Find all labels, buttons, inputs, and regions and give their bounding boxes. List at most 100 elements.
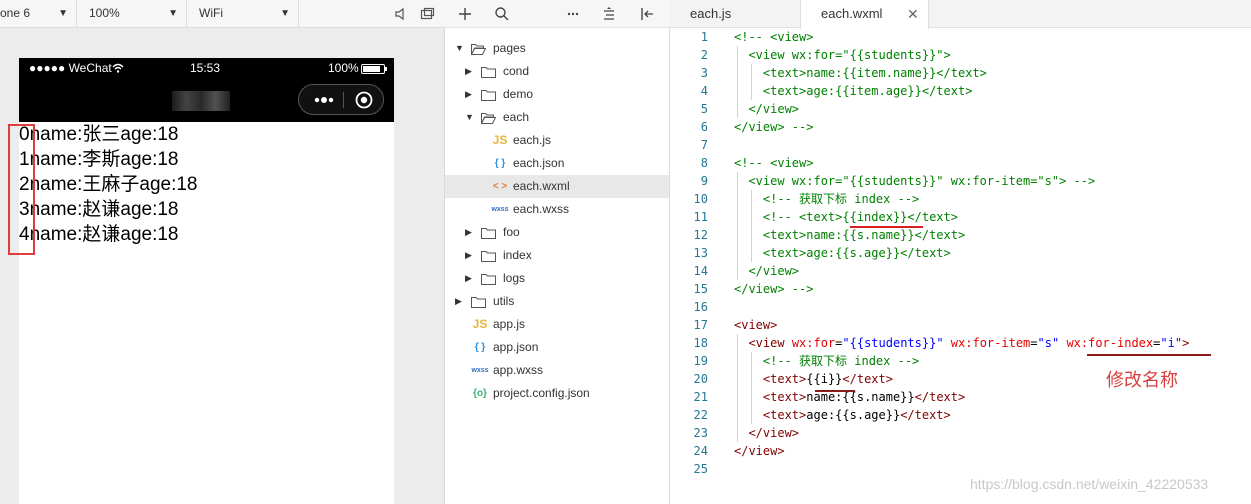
close-miniprogram-icon[interactable] (355, 91, 373, 109)
tree-folder-demo[interactable]: ▶ demo (445, 83, 669, 106)
tree-folder-index[interactable]: ▶ index (445, 244, 669, 267)
code-text: <text>age:{{s.age}}</text> (734, 244, 951, 262)
line-number: 10 (693, 192, 708, 206)
tree-item-label: each (503, 110, 530, 124)
code-token: <!-- <view> (734, 30, 814, 44)
collapse-all-icon[interactable] (638, 5, 656, 23)
detach-window-icon[interactable] (419, 6, 435, 22)
tree-folder-pages[interactable]: ▼ pages (445, 37, 669, 60)
folder-icon (481, 90, 496, 101)
simulator-pane: one 6 ▼ 100% ▼ WiFi ▼ ●●●●● WeChat 15:53… (0, 0, 445, 504)
code-token: <!-- 获取下标 index --> (734, 192, 920, 206)
folder-icon (471, 297, 486, 308)
list-item: 3name:赵谦age:18 (19, 199, 179, 220)
chevron-down-icon: ▼ (58, 8, 68, 19)
code-text: </view> (734, 262, 799, 280)
code-token: <!-- <view> (734, 156, 814, 170)
code-text: </view> (734, 100, 799, 118)
tree-item-label: demo (503, 87, 534, 101)
tree-folder-cond[interactable]: ▶ cond (445, 60, 669, 83)
code-line: 9 <view wx:for="{{students}}" wx:for-ite… (670, 172, 1251, 190)
code-text: <text>age:{{s.age}}</text> (734, 406, 951, 424)
volume-icon[interactable] (393, 6, 409, 22)
code-text: </view> (734, 424, 799, 442)
device-select-value: one 6 (0, 6, 31, 20)
chevron-right-icon[interactable]: ▶ (465, 83, 475, 106)
list-item: 0name:张三age:18 (19, 124, 179, 145)
code-text: <view wx:for="{{students}}" wx:for-item=… (734, 172, 1095, 190)
code-text: <text>name:{{item.name}}</text> (734, 64, 987, 82)
tree-item-label: foo (503, 225, 520, 239)
wifi-icon (112, 63, 124, 73)
code-token: = (1030, 336, 1038, 350)
chevron-down-icon[interactable]: ▼ (465, 106, 475, 129)
wxss-file-icon: wxss (471, 367, 489, 374)
code-text: <view wx:for="{{students}}"> (734, 46, 950, 64)
tree-item-label: each.js (513, 133, 552, 147)
line-number: 5 (700, 102, 708, 116)
code-token: "i" (1160, 336, 1183, 350)
tree-folder-utils[interactable]: ▶ utils (445, 290, 669, 313)
chevron-right-icon[interactable]: ▶ (455, 290, 465, 313)
js-file-icon: JS (472, 317, 488, 331)
chevron-down-icon[interactable]: ▼ (455, 37, 465, 60)
code-text: <!-- 获取下标 index --> (734, 352, 919, 370)
chevron-right-icon[interactable]: ▶ (465, 267, 475, 290)
tree-folder-foo[interactable]: ▶ foo (445, 221, 669, 244)
more-dots-icon[interactable] (309, 87, 339, 113)
close-icon[interactable]: ✕ (907, 0, 919, 28)
line-number: 17 (693, 318, 708, 332)
code-text: <view> (734, 316, 777, 334)
chevron-right-icon[interactable]: ▶ (465, 221, 475, 244)
code-token: <!-- 获取下标 index --> (762, 354, 920, 368)
tree-folder-each[interactable]: ▼ each (445, 106, 669, 129)
zoom-select-value: 100% (89, 6, 120, 20)
wxml-file-icon: < > (492, 181, 508, 192)
line-number: 14 (693, 264, 708, 278)
line-number: 23 (693, 426, 708, 440)
code-token: wx:for-item (950, 336, 1031, 350)
code-line: 23 </view> (670, 424, 1251, 442)
search-icon[interactable] (493, 5, 511, 23)
tree-file[interactable]: < > each.wxml (445, 175, 669, 198)
tab-each-js[interactable]: each.js (670, 0, 800, 28)
capsule-menu (298, 84, 384, 115)
tree-item-label: logs (503, 271, 526, 285)
more-icon[interactable] (564, 5, 582, 23)
code-area[interactable]: 1 <!-- <view> 2 <view wx:for="{{students}}… (670, 28, 1251, 478)
tree-item-label: app.wxss (493, 363, 544, 377)
tree-file[interactable]: { } each.json (445, 152, 669, 175)
line-number: 6 (700, 120, 708, 134)
zoom-select[interactable]: 100% ▼ (77, 0, 187, 27)
line-number: 16 (693, 300, 708, 314)
line-number: 3 (700, 66, 708, 80)
tree-folder-logs[interactable]: ▶ logs (445, 267, 669, 290)
code-line: 12 <text>name:{{s.name}}</text> (670, 226, 1251, 244)
code-token: <view (748, 336, 792, 350)
tree-file[interactable]: { } app.json (445, 336, 669, 359)
code-token: <text>name:{{item.name}}</text> (734, 66, 987, 80)
line-number: 21 (693, 390, 708, 404)
tab-each-wxml[interactable]: each.wxml ✕ (800, 0, 929, 29)
list-item: 4name:赵谦age:18 (19, 224, 179, 245)
line-number: 24 (693, 444, 708, 458)
tree-file[interactable]: {o} project.config.json (445, 382, 669, 405)
tree-file[interactable]: wxss app.wxss (445, 359, 669, 382)
code-token: age:{{s.age}} (806, 408, 901, 422)
tree-file[interactable]: JS each.js (445, 129, 669, 152)
tree-item-label: each.wxml (513, 179, 570, 193)
network-select[interactable]: WiFi ▼ (187, 0, 299, 27)
code-text: <text>name:{{s.name}}</text> (734, 226, 965, 244)
simulator-toolbar: one 6 ▼ 100% ▼ WiFi ▼ (0, 0, 445, 28)
sort-icon[interactable] (600, 5, 618, 23)
tree-file[interactable]: wxss each.wxss (445, 198, 669, 221)
chevron-right-icon[interactable]: ▶ (465, 244, 475, 267)
folder-icon (481, 228, 496, 239)
tree-file[interactable]: JS app.js (445, 313, 669, 336)
code-token: wx:for-index (1066, 336, 1154, 350)
device-select[interactable]: one 6 ▼ (0, 0, 77, 27)
add-icon[interactable] (456, 5, 474, 23)
code-line: 24 </view> (670, 442, 1251, 460)
chevron-right-icon[interactable]: ▶ (465, 60, 475, 83)
